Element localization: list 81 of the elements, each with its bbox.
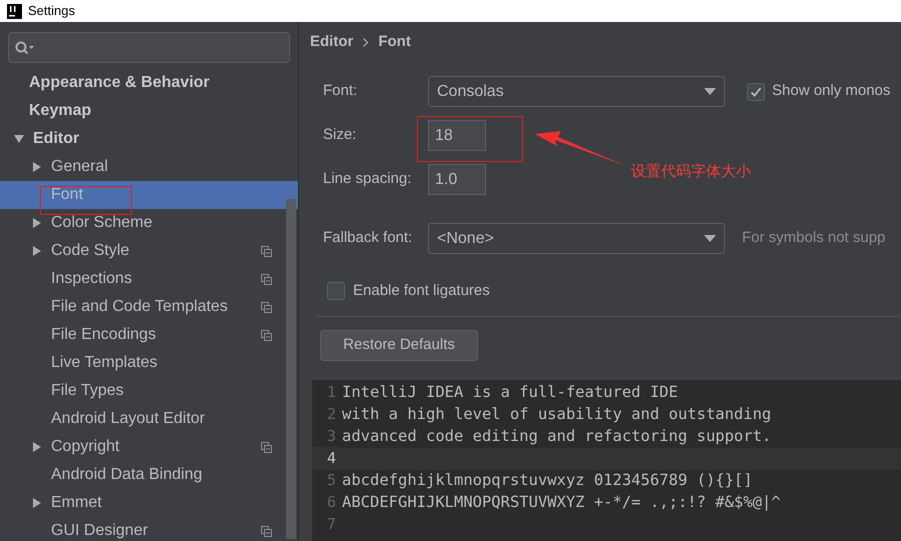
checkbox-label: Enable font ligatures bbox=[353, 281, 490, 301]
check-icon bbox=[750, 86, 762, 98]
size-field[interactable]: 18 bbox=[428, 120, 486, 151]
tree-item-label: Android Data Binding bbox=[51, 465, 202, 485]
field-label: Line spacing: bbox=[323, 169, 412, 190]
search-icon bbox=[15, 40, 35, 54]
line-number: 5 bbox=[326, 470, 337, 492]
copy-icon bbox=[261, 274, 272, 284]
code-text: advanced code editing and refactoring support. bbox=[342, 426, 772, 447]
copy-icon bbox=[261, 442, 272, 452]
tree-item[interactable]: Keymap bbox=[0, 97, 298, 125]
tree-item[interactable]: Code Style bbox=[0, 237, 298, 265]
window-title: Settings bbox=[28, 2, 75, 20]
copy-icon bbox=[261, 246, 272, 256]
collapsed-triangle-icon[interactable] bbox=[32, 498, 42, 508]
field-label: Font: bbox=[323, 81, 358, 102]
line-number: 1 bbox=[326, 382, 337, 404]
tree-item-label: GUI Designer bbox=[51, 521, 148, 541]
tree-item[interactable]: Emmet bbox=[0, 489, 298, 517]
checkbox[interactable] bbox=[747, 82, 765, 100]
tree-item[interactable]: File Types bbox=[0, 377, 298, 405]
copy-icon bbox=[261, 302, 272, 312]
breadcrumb-item[interactable]: Font bbox=[378, 30, 411, 54]
collapsed-triangle-icon[interactable] bbox=[32, 442, 42, 452]
tree-item-label: Color Scheme bbox=[51, 213, 152, 233]
tree-item[interactable]: Appearance & Behavior bbox=[0, 69, 298, 97]
tree-item[interactable]: Color Scheme bbox=[0, 209, 298, 237]
checkbox-label: Show only monos bbox=[772, 81, 890, 102]
line-number: 3 bbox=[326, 426, 337, 448]
tree-item-label: Appearance & Behavior bbox=[29, 73, 210, 93]
app-logo-icon bbox=[7, 4, 22, 18]
tree-item[interactable]: GUI Designer bbox=[0, 517, 298, 541]
tree-item[interactable]: File Encodings bbox=[0, 321, 298, 349]
tree-item-label: File Types bbox=[51, 381, 124, 401]
tree-item[interactable]: Editor bbox=[0, 125, 298, 153]
font-dropdown[interactable]: Consolas bbox=[428, 76, 725, 107]
search-field[interactable] bbox=[8, 32, 290, 63]
tree-item-label: Android Layout Editor bbox=[51, 409, 205, 429]
breadcrumb-item[interactable]: Editor bbox=[310, 30, 354, 54]
tree-item-label: Font bbox=[51, 185, 84, 205]
checkbox[interactable] bbox=[327, 282, 345, 300]
field-label: Fallback font: bbox=[323, 228, 414, 248]
line-spacing-field[interactable]: 1.0 bbox=[428, 164, 486, 195]
tree-item[interactable]: Android Data Binding bbox=[0, 461, 298, 489]
dropdown-caret-icon bbox=[704, 235, 716, 242]
hint-text: For symbols not supp bbox=[742, 228, 886, 248]
tree-item-label: Inspections bbox=[51, 269, 132, 289]
tree-item-label: General bbox=[51, 157, 108, 177]
copy-icon bbox=[261, 526, 272, 536]
tree-item-label: File and Code Templates bbox=[51, 297, 228, 317]
tree-item[interactable]: Live Templates bbox=[0, 349, 298, 377]
collapsed-triangle-icon[interactable] bbox=[32, 218, 42, 228]
tree-item-label: Copyright bbox=[51, 437, 120, 457]
tree-item-label: Keymap bbox=[29, 101, 92, 121]
code-text: ABCDEFGHIJKLMNOPQRSTUVWXYZ +-*/= .,;:!? #&$%@|^ bbox=[342, 492, 781, 513]
collapsed-triangle-icon[interactable] bbox=[32, 246, 42, 256]
tree-item[interactable]: Inspections bbox=[0, 265, 298, 293]
line-number: 6 bbox=[326, 492, 337, 514]
restore-defaults-button[interactable]: Restore Defaults bbox=[320, 330, 478, 360]
dropdown-caret-icon bbox=[704, 88, 716, 95]
tree-item-label: Code Style bbox=[51, 241, 130, 261]
tree-item-label: File Encodings bbox=[51, 325, 156, 345]
field-label: Size: bbox=[323, 125, 358, 146]
code-text: IntelliJ IDEA is a full-featured IDE bbox=[342, 382, 678, 403]
copy-icon bbox=[261, 330, 272, 340]
tree-item[interactable]: General bbox=[0, 153, 298, 181]
tree-item-label: Emmet bbox=[51, 493, 102, 513]
tree-item-label: Live Templates bbox=[51, 353, 158, 373]
code-text: abcdefghijklmnopqrstuvwxyz 0123456789 (){}[] bbox=[342, 470, 753, 491]
tree-item[interactable]: Android Layout Editor bbox=[0, 405, 298, 433]
tree-item[interactable]: Copyright bbox=[0, 433, 298, 461]
collapsed-triangle-icon[interactable] bbox=[32, 162, 42, 172]
code-text: with a high level of usability and outstanding bbox=[342, 404, 772, 425]
chevron-icon bbox=[363, 38, 368, 46]
tree-item[interactable]: File and Code Templates bbox=[0, 293, 298, 321]
fallback-font-dropdown[interactable]: <None> bbox=[428, 223, 725, 254]
expanded-triangle-icon[interactable] bbox=[14, 134, 24, 144]
line-number: 7 bbox=[326, 514, 337, 536]
line-number: 2 bbox=[326, 404, 337, 426]
annotation-text: 设置代码字体大小 bbox=[631, 162, 751, 182]
tree-item-label: Editor bbox=[33, 129, 80, 149]
